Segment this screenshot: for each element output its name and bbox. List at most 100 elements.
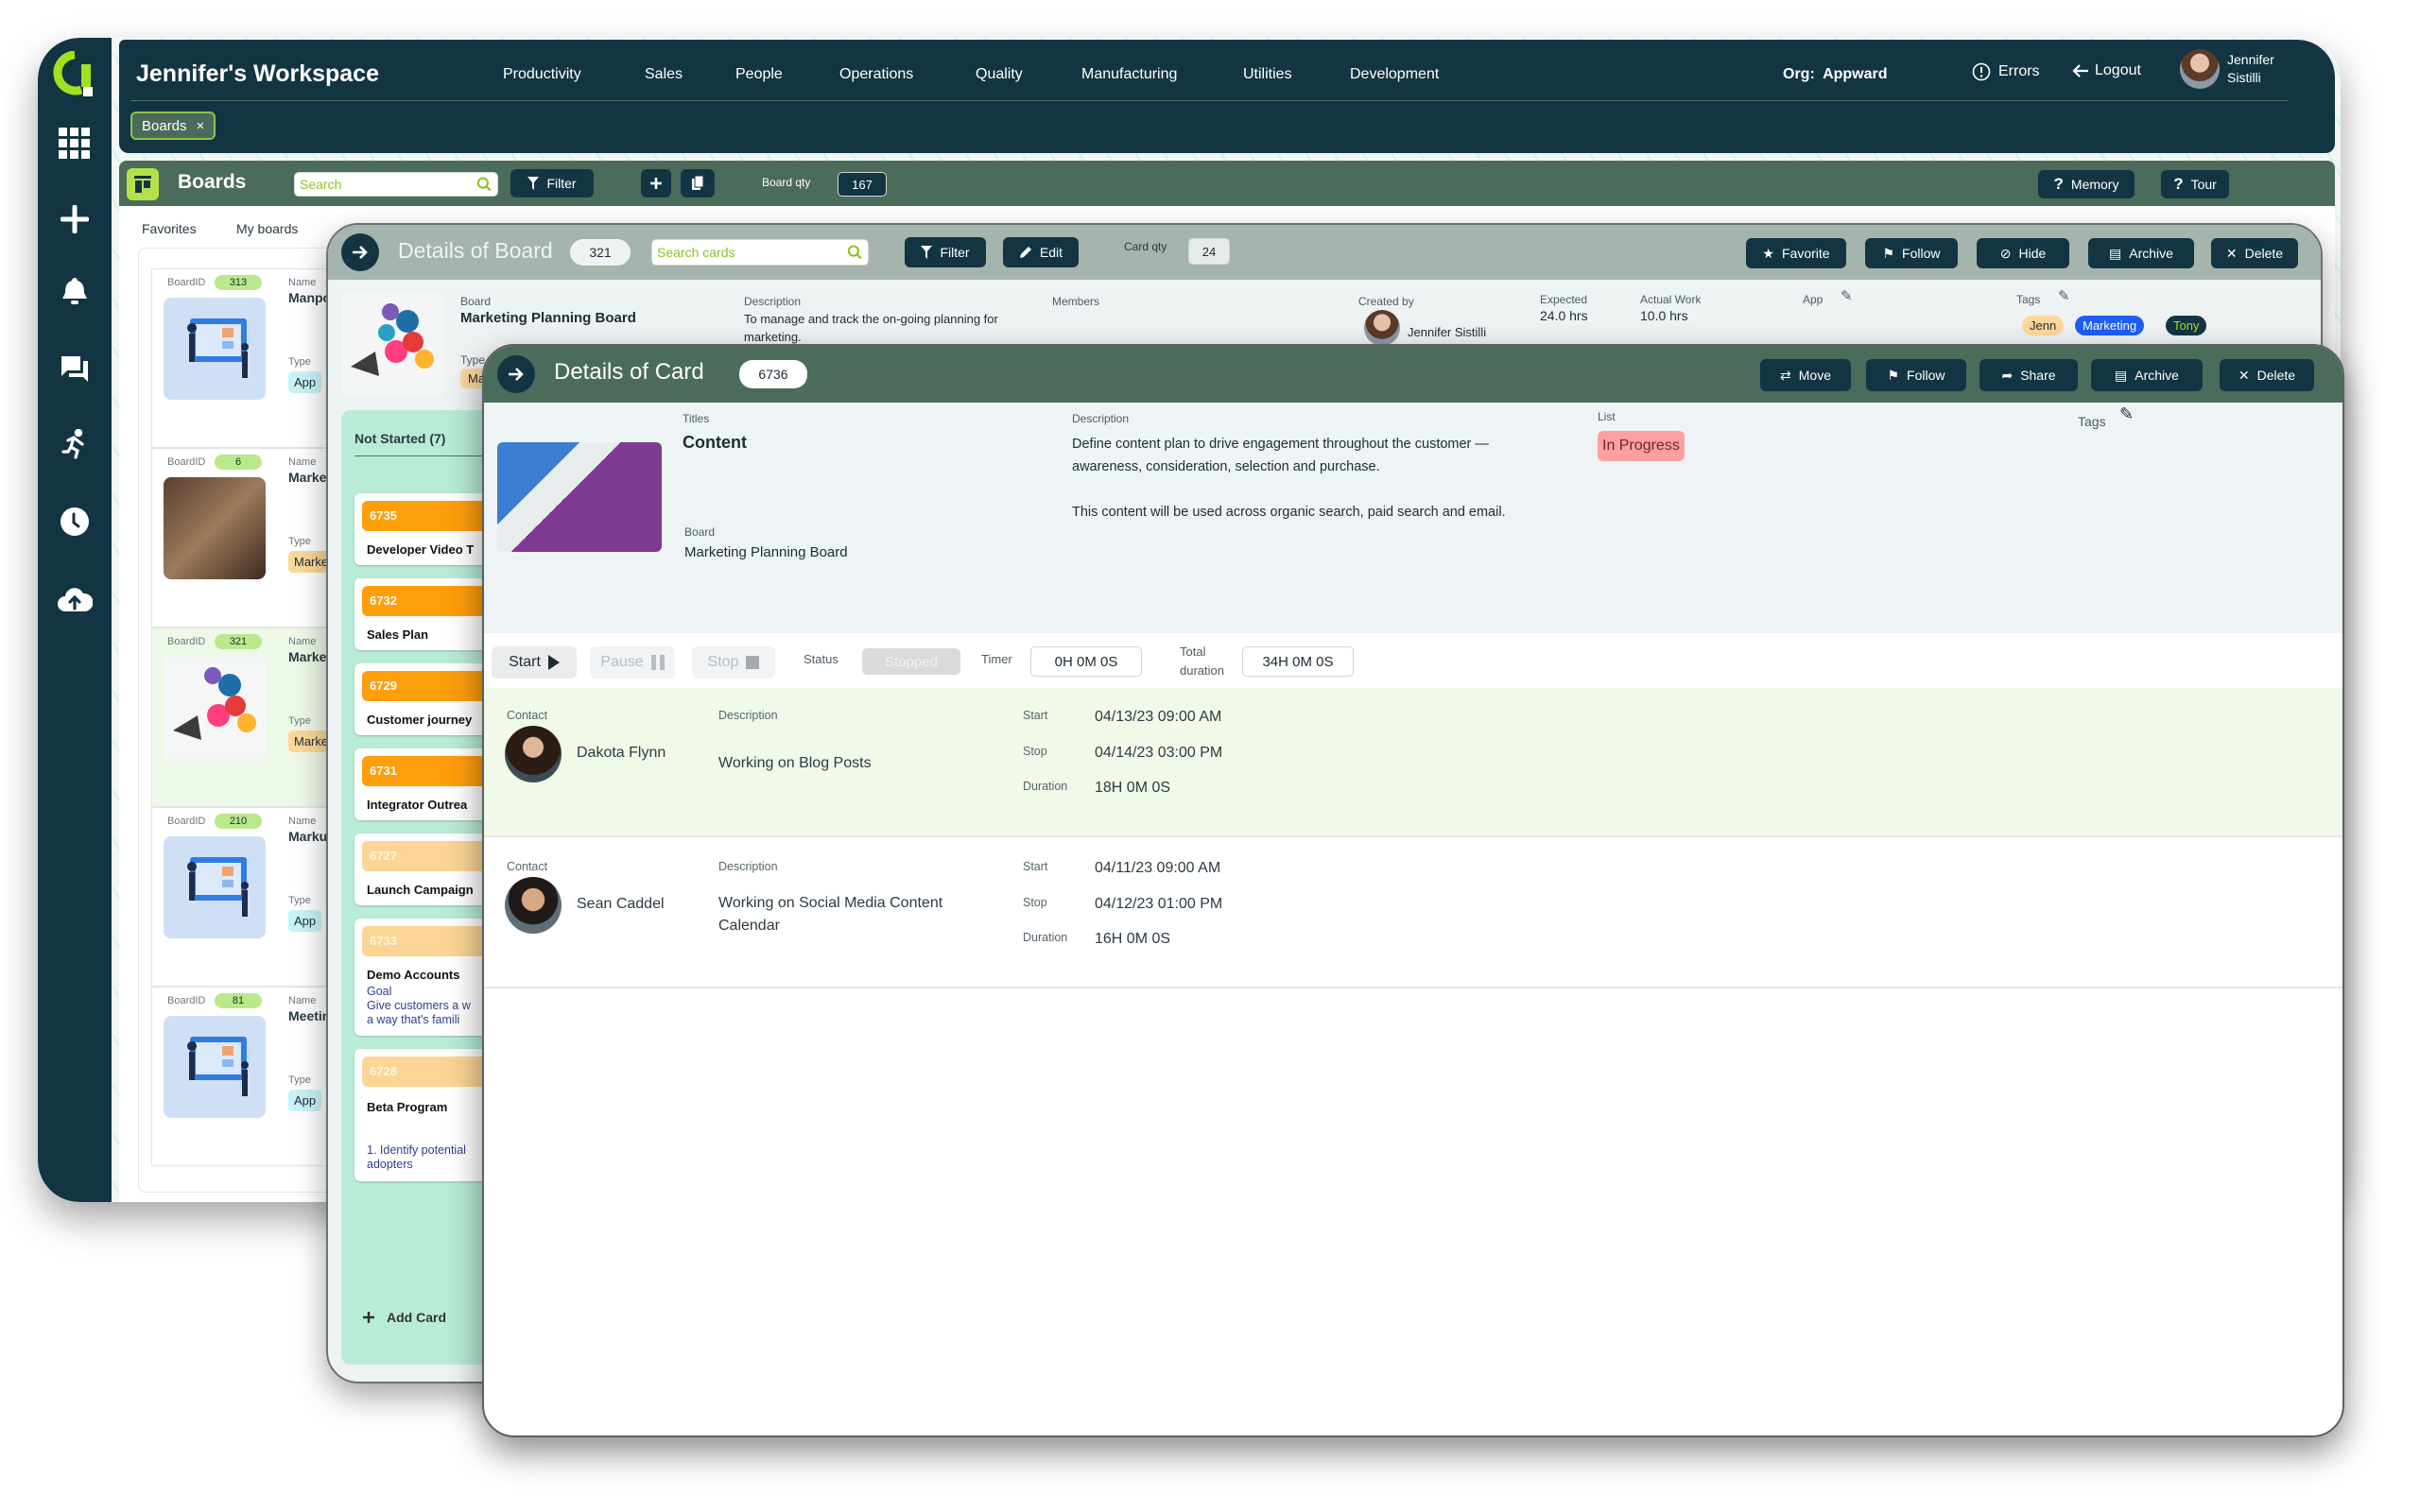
- help-icon: ?: [2173, 175, 2184, 193]
- appward-logo[interactable]: [53, 50, 96, 98]
- board-id-badge: 321: [215, 634, 262, 649]
- pencil-icon[interactable]: ✎: [2058, 287, 2070, 304]
- delete-card-button[interactable]: ✕ Delete: [2220, 359, 2314, 391]
- nav-development[interactable]: Development: [1350, 66, 1439, 83]
- archive-board-button[interactable]: ▤ Archive: [2088, 238, 2194, 268]
- stop-timer-button[interactable]: Stop: [692, 646, 775, 679]
- archive-label: Archive: [2129, 246, 2173, 261]
- archive-icon: ▤: [2109, 245, 2122, 261]
- delete-board-button[interactable]: ✕ Delete: [2211, 238, 2298, 268]
- nav-quality[interactable]: Quality: [976, 66, 1023, 83]
- nav-manufacturing[interactable]: Manufacturing: [1081, 66, 1177, 83]
- errors-button[interactable]: Errors: [1972, 62, 2040, 81]
- clock-icon[interactable]: [56, 503, 94, 541]
- arrow-right-icon[interactable]: [497, 355, 535, 393]
- add-card-button[interactable]: Add Card: [362, 1310, 446, 1325]
- card-description-2: This content will be used across organic…: [1072, 505, 1506, 520]
- close-tab-icon[interactable]: ×: [197, 118, 205, 134]
- follow-board-button[interactable]: ⚑ Follow: [1865, 238, 1958, 268]
- card-tags-label: Tags: [2078, 414, 2106, 429]
- total-duration-value: 34H 0M 0S: [1242, 646, 1354, 677]
- boards-toolbar: Boards Filter Board qty 167 ? Memory ? T…: [119, 161, 2335, 206]
- share-card-button[interactable]: ➦ Share: [1979, 359, 2078, 391]
- memory-button[interactable]: ? Memory: [2038, 170, 2135, 198]
- nav-sales[interactable]: Sales: [645, 66, 683, 83]
- contact-name: Dakota Flynn: [577, 745, 666, 761]
- card-title: Demo Accounts: [367, 968, 460, 982]
- board-id-label: BoardID: [167, 277, 206, 288]
- stop-icon: [746, 656, 760, 669]
- start-timer-button[interactable]: Start: [492, 646, 577, 679]
- board-details-title: Details of Board: [398, 238, 553, 263]
- hide-button[interactable]: ⊘ Hide: [1977, 238, 2069, 268]
- apps-grid-icon[interactable]: [56, 125, 94, 163]
- nav-people[interactable]: People: [735, 66, 783, 83]
- running-person-icon[interactable]: [56, 425, 94, 463]
- user-last-name: Sistilli: [2227, 70, 2261, 85]
- move-card-button[interactable]: ⇄ Move: [1760, 359, 1851, 391]
- tag-chip[interactable]: Jenn: [2022, 316, 2065, 335]
- pause-timer-button[interactable]: Pause: [590, 646, 675, 679]
- open-tab-boards[interactable]: Boards ×: [130, 112, 216, 140]
- search-icon[interactable]: [476, 176, 493, 193]
- share-label: Share: [2020, 368, 2056, 383]
- pencil-icon[interactable]: ✎: [1841, 287, 1853, 304]
- plus-icon[interactable]: [56, 200, 94, 238]
- pencil-icon[interactable]: ✎: [2119, 404, 2134, 424]
- boards-search-input[interactable]: [300, 177, 477, 192]
- user-menu[interactable]: Jennifer Sistilli: [2180, 49, 2274, 89]
- filter-label: Filter: [546, 176, 577, 191]
- bell-icon[interactable]: [56, 272, 94, 310]
- search-cards-input[interactable]: [657, 245, 848, 260]
- nav-operations[interactable]: Operations: [839, 66, 913, 83]
- card-qty-label: Card qty: [1124, 240, 1167, 253]
- nav-productivity[interactable]: Productivity: [503, 66, 581, 83]
- board-thumbnail: [164, 1016, 266, 1118]
- created-by-label: Created by: [1358, 295, 1414, 308]
- card-board-label: Board: [684, 525, 716, 539]
- tab-my-boards[interactable]: My boards: [236, 221, 298, 236]
- board-type-label: Type: [288, 356, 311, 368]
- board-type-label: Type: [288, 1074, 311, 1086]
- board-type-badge: App: [288, 1090, 322, 1111]
- tab-favorites[interactable]: Favorites: [142, 221, 197, 236]
- list-title: Not Started (7): [354, 431, 446, 446]
- card-title: Sales Plan: [367, 627, 429, 642]
- board-id-label: BoardID: [167, 995, 206, 1006]
- list-status-badge[interactable]: In Progress: [1598, 431, 1685, 461]
- actual-work-label: Actual Work: [1640, 293, 1702, 306]
- plus-icon: [650, 178, 662, 189]
- boards-filter-button[interactable]: Filter: [510, 169, 594, 198]
- logout-button[interactable]: Logout: [2072, 62, 2141, 79]
- cloud-upload-icon[interactable]: [56, 580, 94, 618]
- boards-search[interactable]: [294, 172, 498, 197]
- timelog-description: Working on Blog Posts: [718, 755, 872, 771]
- favorite-button[interactable]: ★ Favorite: [1746, 238, 1846, 268]
- duration-value: 16H 0M 0S: [1095, 931, 1171, 947]
- filter-label: Filter: [940, 245, 970, 260]
- stop-time: 04/14/23 03:00 PM: [1095, 745, 1223, 761]
- search-cards[interactable]: [651, 239, 869, 266]
- description-label: Description: [744, 295, 802, 308]
- favorite-label: Favorite: [1781, 246, 1830, 261]
- archive-card-button[interactable]: ▤ Archive: [2091, 359, 2203, 391]
- copy-board-button[interactable]: [681, 169, 715, 198]
- arrow-right-icon[interactable]: [341, 233, 379, 271]
- follow-card-button[interactable]: ⚑ Follow: [1866, 359, 1966, 391]
- chat-icon[interactable]: [56, 350, 94, 387]
- add-board-button[interactable]: [641, 169, 671, 198]
- stop-label: Stop: [707, 654, 739, 670]
- tour-button[interactable]: ? Tour: [2161, 170, 2229, 198]
- card-title: Customer journey: [367, 713, 473, 727]
- app-label: App: [1803, 293, 1824, 306]
- search-icon[interactable]: [847, 244, 863, 261]
- boards-title: Boards: [178, 171, 247, 193]
- cards-filter-button[interactable]: Filter: [905, 237, 986, 267]
- edit-board-button[interactable]: Edit: [1003, 237, 1079, 267]
- tag-chip[interactable]: Tony: [2166, 316, 2207, 335]
- timelog-entry[interactable]: Contact Sean Caddel Description Working on …: [484, 839, 2342, 988]
- tag-chip[interactable]: Marketing: [2075, 316, 2145, 335]
- timelog-entry[interactable]: Contact Dakota Flynn Description Working on…: [484, 688, 2342, 837]
- nav-utilities[interactable]: Utilities: [1243, 66, 1292, 83]
- help-icon: ?: [2053, 175, 2064, 193]
